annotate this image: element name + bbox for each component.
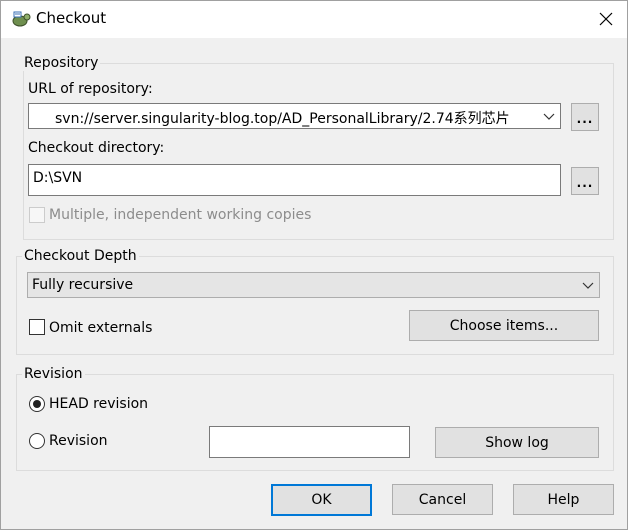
multiple-copies-checkbox[interactable]	[29, 207, 45, 223]
url-browse-button[interactable]: ...	[571, 103, 599, 131]
checkout-directory-label: Checkout directory:	[28, 140, 165, 156]
chevron-down-icon[interactable]	[582, 282, 594, 290]
show-log-button[interactable]: Show log	[435, 427, 599, 458]
radio-selected-dot	[33, 400, 41, 408]
head-revision-radio[interactable]	[29, 396, 45, 412]
head-revision-label: HEAD revision	[49, 396, 149, 412]
window-title: Checkout	[36, 9, 107, 27]
repository-group-label: Repository	[22, 55, 101, 71]
close-button[interactable]	[594, 8, 618, 30]
close-icon	[599, 12, 613, 26]
directory-browse-button[interactable]: ...	[571, 167, 599, 195]
revision-radio[interactable]	[29, 433, 45, 449]
checkout-directory-input[interactable]: D:\SVN	[28, 164, 561, 196]
depth-selected-value: Fully recursive	[32, 277, 134, 293]
revision-group-label: Revision	[22, 366, 85, 382]
svn-turtle-icon	[11, 10, 31, 28]
url-combobox[interactable]: svn://server.singularity-blog.top/AD_Per…	[28, 103, 561, 129]
choose-items-button[interactable]: Choose items...	[409, 310, 599, 341]
revision-input[interactable]	[209, 426, 410, 458]
ok-button[interactable]: OK	[271, 484, 372, 516]
multiple-copies-label: Multiple, independent working copies	[49, 207, 312, 223]
cancel-button[interactable]: Cancel	[392, 484, 493, 515]
url-label: URL of repository:	[28, 81, 153, 97]
checkout-depth-group-label: Checkout Depth	[22, 248, 139, 264]
omit-externals-label: Omit externals	[49, 320, 153, 336]
depth-select[interactable]: Fully recursive	[27, 272, 600, 298]
chevron-down-icon[interactable]	[543, 113, 555, 121]
revision-label: Revision	[49, 433, 108, 449]
url-value: svn://server.singularity-blog.top/AD_Per…	[55, 111, 510, 127]
omit-externals-checkbox[interactable]	[29, 319, 45, 335]
checkout-directory-value: D:\SVN	[33, 170, 83, 186]
help-button[interactable]: Help	[513, 484, 614, 515]
